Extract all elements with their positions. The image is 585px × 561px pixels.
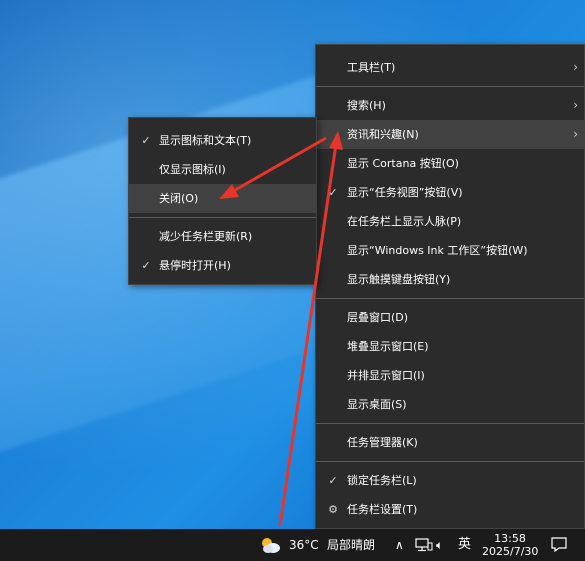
arrowhead-icon xyxy=(329,131,343,150)
annotation-arrow-to-news xyxy=(278,143,338,527)
annotation-arrows xyxy=(219,131,343,527)
arrowhead-icon xyxy=(219,184,239,199)
annotation-arrow-to-turn-off xyxy=(229,136,327,195)
